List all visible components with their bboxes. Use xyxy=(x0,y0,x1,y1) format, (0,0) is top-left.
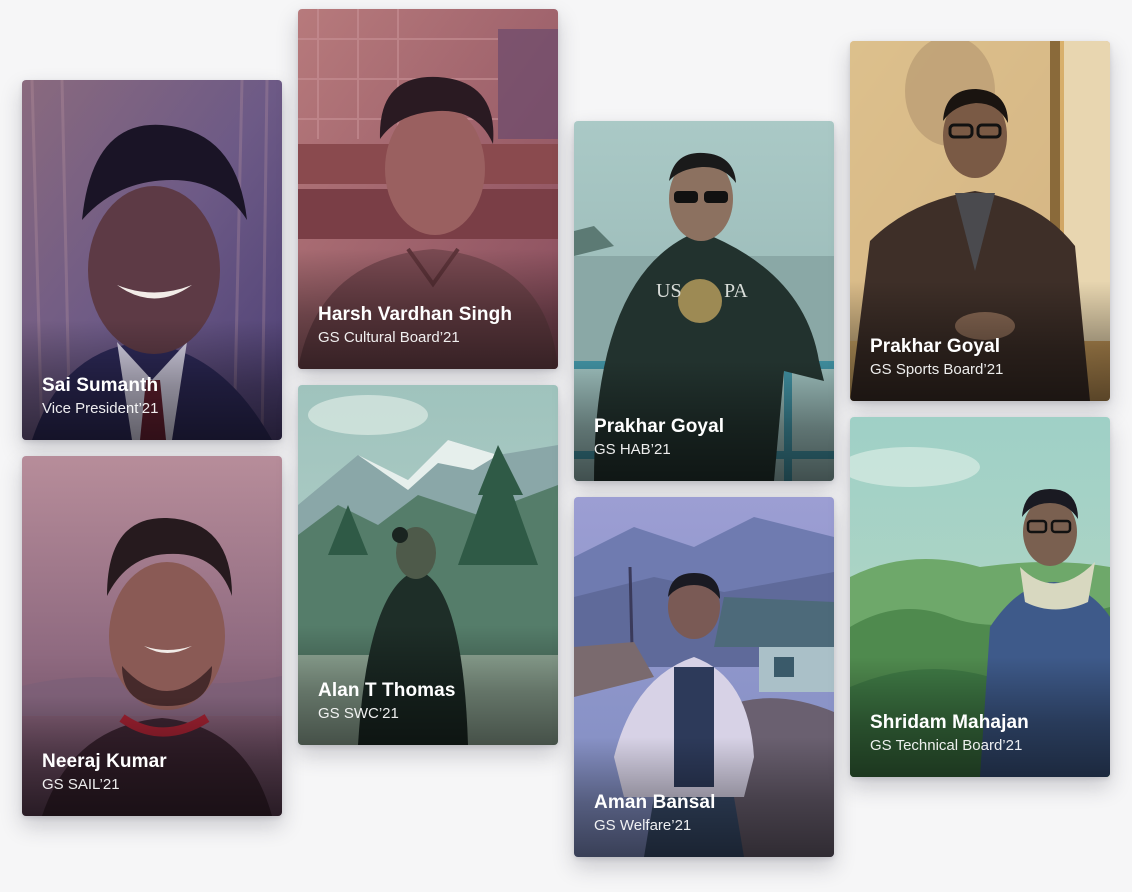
member-card-alan-t-thomas[interactable]: Alan T Thomas GS SWC’21 xyxy=(298,385,558,745)
member-name: Prakhar Goyal xyxy=(870,336,1001,357)
member-card-sai-sumanth[interactable]: Sai Sumanth Vice President’21 xyxy=(22,80,282,440)
member-name: Harsh Vardhan Singh xyxy=(318,304,513,325)
member-card-prakhar-goyal-sports[interactable]: Prakhar Goyal GS Sports Board’21 xyxy=(850,41,1110,401)
member-caption: Harsh Vardhan Singh GS Cultural Board’21 xyxy=(318,303,546,349)
member-role: GS Welfare’21 xyxy=(594,817,692,834)
member-role: GS Sports Board’21 xyxy=(870,361,1004,378)
member-caption: Alan T Thomas GS SWC’21 xyxy=(318,679,546,725)
member-role: GS SAIL’21 xyxy=(42,776,120,793)
svg-text:US: US xyxy=(656,280,682,302)
member-card-aman-bansal[interactable]: Aman Bansal GS Welfare’21 xyxy=(574,497,834,857)
member-role: Vice President’21 xyxy=(42,400,159,417)
member-caption: Shridam Mahajan GS Technical Board’21 xyxy=(870,711,1098,757)
member-role: GS Cultural Board’21 xyxy=(318,329,460,346)
member-caption: Neeraj Kumar GS SAIL’21 xyxy=(42,750,270,796)
member-card-neeraj-kumar[interactable]: Neeraj Kumar GS SAIL’21 xyxy=(22,456,282,816)
member-caption: Prakhar Goyal GS HAB’21 xyxy=(594,415,822,461)
member-name: Neeraj Kumar xyxy=(42,751,167,772)
svg-text:PA: PA xyxy=(724,280,748,302)
member-role: GS HAB’21 xyxy=(594,441,671,458)
member-card-shridam-mahajan[interactable]: Shridam Mahajan GS Technical Board’21 xyxy=(850,417,1110,777)
member-caption: Sai Sumanth Vice President’21 xyxy=(42,374,270,420)
member-role: GS Technical Board’21 xyxy=(870,737,1023,754)
member-caption: Aman Bansal GS Welfare’21 xyxy=(594,791,822,837)
member-caption: Prakhar Goyal GS Sports Board’21 xyxy=(870,335,1098,381)
member-name: Sai Sumanth xyxy=(42,375,159,396)
member-card-harsh-vardhan-singh[interactable]: Harsh Vardhan Singh GS Cultural Board’21 xyxy=(298,9,558,369)
member-card-prakhar-goyal-hab[interactable]: US PA Prakhar Goyal GS HAB’21 xyxy=(574,121,834,481)
member-name: Shridam Mahajan xyxy=(870,712,1029,733)
member-name: Aman Bansal xyxy=(594,792,716,813)
member-name: Prakhar Goyal xyxy=(594,416,725,437)
member-name: Alan T Thomas xyxy=(318,680,456,701)
member-role: GS SWC’21 xyxy=(318,705,399,722)
